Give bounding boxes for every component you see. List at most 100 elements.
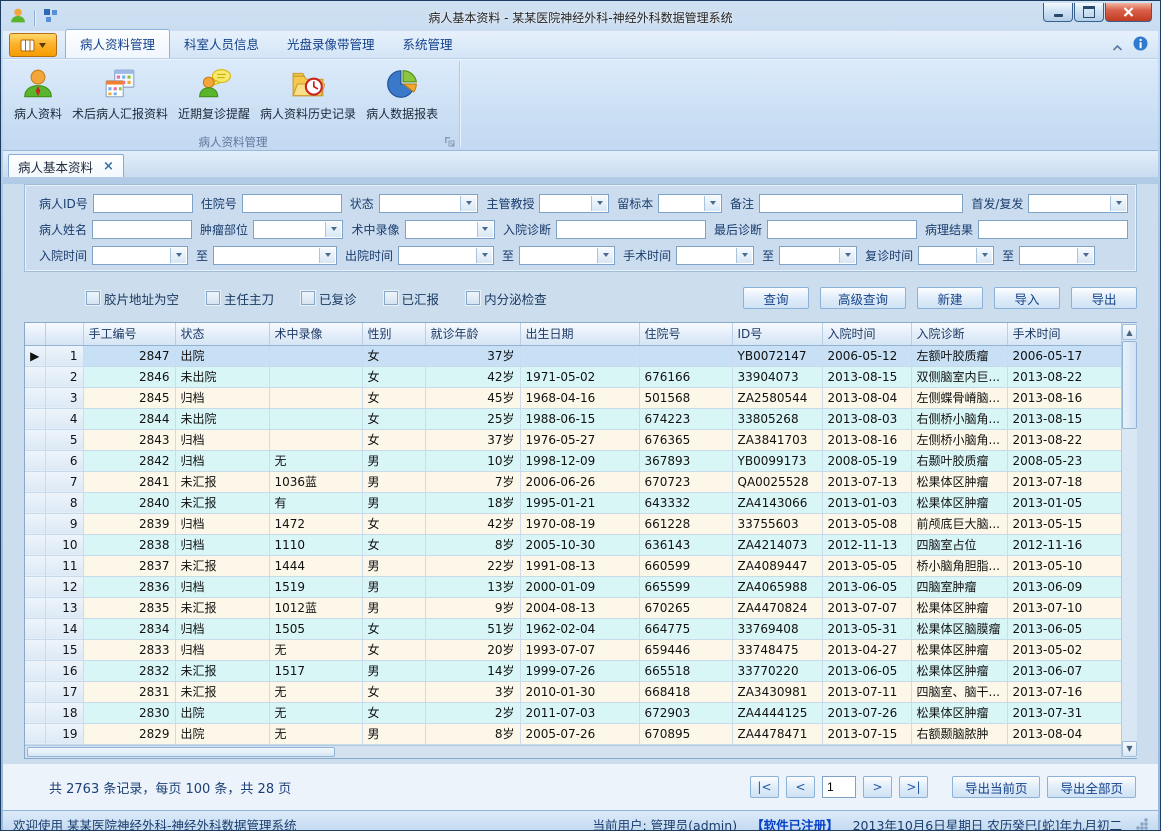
- table-row[interactable]: 42844未出院女25岁1988-06-15674223338052682013…: [25, 408, 1121, 429]
- filter-select-2-6[interactable]: [918, 246, 994, 265]
- filter-input-0-1[interactable]: [242, 194, 342, 213]
- dropdown-arrow-icon[interactable]: [736, 248, 752, 263]
- dropdown-arrow-icon[interactable]: [170, 248, 186, 263]
- horizontal-scrollbar-thumb[interactable]: [27, 747, 335, 757]
- ribbon-collapse-icon[interactable]: [1112, 36, 1123, 55]
- export-all-pages-button[interactable]: 导出全部页: [1047, 776, 1136, 798]
- table-row[interactable]: 22846未出院女42岁1971-05-02676166339040732013…: [25, 366, 1121, 387]
- filter-select-0-3[interactable]: [539, 194, 609, 213]
- horizontal-scrollbar[interactable]: [25, 745, 1121, 758]
- table-row[interactable]: 132835未汇报1012蓝男9岁2004-08-13670265ZA44708…: [25, 597, 1121, 618]
- table-row[interactable]: 192829出院无男8岁2005-07-26670895ZA4478471201…: [25, 723, 1121, 744]
- vertical-scrollbar[interactable]: ▲ ▼: [1121, 323, 1137, 758]
- import-button[interactable]: 导入: [994, 287, 1060, 309]
- tab-disc-video-management[interactable]: 光盘录像带管理: [273, 30, 389, 58]
- dropdown-arrow-icon[interactable]: [591, 196, 607, 211]
- dropdown-arrow-icon[interactable]: [704, 196, 720, 211]
- column-header[interactable]: 手工编号: [83, 323, 175, 345]
- application-menu-button[interactable]: [9, 33, 57, 57]
- column-header[interactable]: 术中录像: [269, 323, 362, 345]
- filter-select-0-2[interactable]: [379, 194, 479, 213]
- filter-input-1-5[interactable]: [978, 220, 1128, 239]
- filter-input-1-0[interactable]: [92, 220, 192, 239]
- dropdown-arrow-icon[interactable]: [976, 248, 992, 263]
- info-icon[interactable]: [1133, 36, 1148, 55]
- table-row[interactable]: 142834归档1505女51岁1962-02-0466477533769408…: [25, 618, 1121, 639]
- minimize-button[interactable]: [1043, 3, 1073, 22]
- filter-select-0-4[interactable]: [658, 194, 722, 213]
- filter-select-1-1[interactable]: [253, 220, 343, 239]
- tab-department-staff[interactable]: 科室人员信息: [170, 30, 273, 58]
- table-row[interactable]: 102838归档1110女8岁2005-10-30636143ZA4214073…: [25, 534, 1121, 555]
- column-header[interactable]: 性别: [362, 323, 425, 345]
- followup-reminder-button[interactable]: 近期复诊提醒: [173, 64, 255, 125]
- query-button[interactable]: 查询: [743, 287, 809, 309]
- first-page-button[interactable]: |<: [750, 776, 779, 798]
- filter-select-0-6[interactable]: [1028, 194, 1128, 213]
- table-row[interactable]: 82840未汇报有男18岁1995-01-21643332ZA414306620…: [25, 492, 1121, 513]
- checkbox-film-address-empty[interactable]: 胶片地址为空: [86, 289, 179, 308]
- table-row[interactable]: 122836归档1519男13岁2000-01-09665599ZA406598…: [25, 576, 1121, 597]
- column-header[interactable]: 住院号: [639, 323, 732, 345]
- column-header[interactable]: ID号: [732, 323, 822, 345]
- filter-select-2-7[interactable]: [1019, 246, 1095, 265]
- close-button[interactable]: [1105, 3, 1152, 22]
- data-report-button[interactable]: 病人数据报表: [361, 64, 443, 125]
- column-header[interactable]: 就诊年龄: [425, 323, 520, 345]
- scroll-up-icon[interactable]: ▲: [1122, 324, 1137, 340]
- filter-input-1-4[interactable]: [767, 220, 917, 239]
- filter-input-1-3[interactable]: [556, 220, 706, 239]
- filter-select-2-3[interactable]: [519, 246, 615, 265]
- table-row[interactable]: 182830出院无女2岁2011-07-03672903ZA4444125201…: [25, 702, 1121, 723]
- filter-select-2-2[interactable]: [398, 246, 494, 265]
- table-row[interactable]: 72841未汇报1036蓝男7岁2006-06-26670723QA002552…: [25, 471, 1121, 492]
- tab-patient-management[interactable]: 病人资料管理: [65, 29, 170, 58]
- prev-page-button[interactable]: <: [786, 776, 815, 798]
- export-current-page-button[interactable]: 导出当前页: [952, 776, 1041, 798]
- dropdown-arrow-icon[interactable]: [839, 248, 855, 263]
- dropdown-arrow-icon[interactable]: [477, 222, 493, 237]
- column-header[interactable]: 出生日期: [520, 323, 639, 345]
- history-record-button[interactable]: 病人资料历史记录: [255, 64, 361, 125]
- last-page-button[interactable]: >|: [899, 776, 928, 798]
- postop-report-button[interactable]: 术后病人汇报资料: [67, 64, 173, 125]
- advanced-query-button[interactable]: 高级查询: [820, 287, 906, 309]
- document-tab-patient-basic-info[interactable]: 病人基本资料 ×: [8, 154, 124, 177]
- patient-info-button[interactable]: 病人资料: [9, 64, 67, 125]
- table-row[interactable]: 62842归档无男10岁1998-12-09367893YB0099173200…: [25, 450, 1121, 471]
- checkbox-reported[interactable]: 已汇报: [384, 289, 440, 308]
- table-row[interactable]: 52843归档女37岁1976-05-27676365ZA38417032013…: [25, 429, 1121, 450]
- new-button[interactable]: 新建: [917, 287, 983, 309]
- table-row[interactable]: 32845归档女45岁1968-04-16501568ZA25805442013…: [25, 387, 1121, 408]
- dropdown-arrow-icon[interactable]: [1077, 248, 1093, 263]
- filter-select-2-4[interactable]: [676, 246, 754, 265]
- column-header[interactable]: 入院时间: [822, 323, 911, 345]
- resize-grip[interactable]: [1136, 818, 1148, 830]
- table-row[interactable]: ▶12847出院女37岁YB00721472006-05-12左额叶胶质瘤200…: [25, 345, 1121, 366]
- scroll-down-icon[interactable]: ▼: [1122, 741, 1137, 757]
- filter-select-2-5[interactable]: [779, 246, 857, 265]
- filter-select-2-0[interactable]: [92, 246, 188, 265]
- filter-select-1-2[interactable]: [405, 220, 495, 239]
- dropdown-arrow-icon[interactable]: [1110, 196, 1126, 211]
- table-row[interactable]: 92839归档1472女42岁1970-08-19661228337556032…: [25, 513, 1121, 534]
- dropdown-arrow-icon[interactable]: [597, 248, 613, 263]
- dropdown-arrow-icon[interactable]: [319, 248, 335, 263]
- filter-input-0-5[interactable]: [759, 194, 963, 213]
- window-layout-icon[interactable]: [43, 8, 58, 27]
- table-row[interactable]: 152833归档无女20岁1993-07-0765944633748475201…: [25, 639, 1121, 660]
- filter-select-2-1[interactable]: [213, 246, 337, 265]
- table-row[interactable]: 172831未汇报无女3岁2010-01-30668418ZA343098120…: [25, 681, 1121, 702]
- column-header[interactable]: 状态: [175, 323, 269, 345]
- dropdown-arrow-icon[interactable]: [460, 196, 476, 211]
- vertical-scrollbar-thumb[interactable]: [1122, 341, 1137, 429]
- next-page-button[interactable]: >: [863, 776, 892, 798]
- dialog-launcher-icon[interactable]: [444, 133, 456, 145]
- checkbox-revisited[interactable]: 已复诊: [301, 289, 357, 308]
- tab-close-icon[interactable]: ×: [103, 160, 114, 173]
- table-row[interactable]: 162832未汇报1517男14岁1999-07-266655183377022…: [25, 660, 1121, 681]
- column-header[interactable]: 手术时间: [1007, 323, 1121, 345]
- filter-input-0-0[interactable]: [93, 194, 193, 213]
- checkbox-chief-surgeon[interactable]: 主任主刀: [206, 289, 274, 308]
- dropdown-arrow-icon[interactable]: [476, 248, 492, 263]
